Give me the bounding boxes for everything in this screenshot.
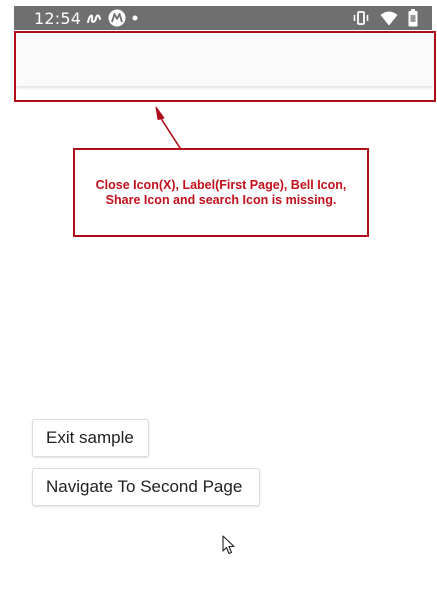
- app-bar: [16, 33, 433, 86]
- navigate-second-page-button[interactable]: Navigate To Second Page: [32, 468, 260, 506]
- status-time: 12:54: [34, 9, 82, 28]
- status-bar: 12:54: [14, 6, 432, 30]
- status-system-icons: [352, 9, 418, 27]
- status-notification-icons: [86, 9, 138, 27]
- vibrate-icon: [352, 10, 370, 26]
- swirl-icon: [86, 10, 102, 26]
- dot-icon: [132, 15, 138, 21]
- mouse-cursor-icon: [222, 535, 236, 560]
- motorola-icon: [108, 9, 126, 27]
- exit-sample-button[interactable]: Exit sample: [32, 419, 149, 457]
- annotation-arrow: [155, 106, 183, 152]
- battery-icon: [408, 9, 418, 27]
- wifi-icon: [380, 11, 398, 26]
- annotation-message: Close Icon(X), Label(First Page), Bell I…: [95, 177, 347, 207]
- annotation-callout: Close Icon(X), Label(First Page), Bell I…: [73, 148, 369, 237]
